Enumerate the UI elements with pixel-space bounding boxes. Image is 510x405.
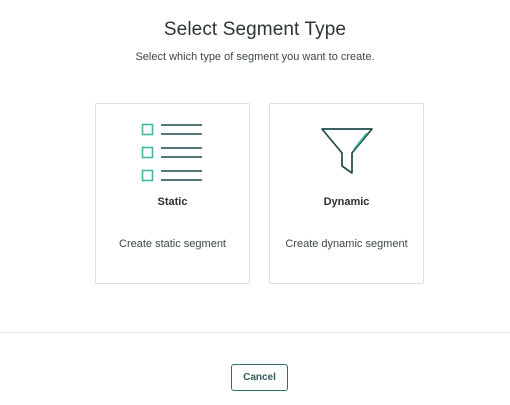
select-segment-type-dialog: Select Segment Type Select which type of…	[0, 0, 510, 405]
dynamic-segment-option[interactable]: Dynamic Create dynamic segment	[269, 103, 424, 284]
cancel-button[interactable]: Cancel	[231, 364, 288, 391]
funnel-icon	[270, 120, 423, 182]
dialog-title: Select Segment Type	[163, 19, 347, 40]
list-checkbox-icon	[96, 120, 249, 182]
static-segment-option[interactable]: Static Create static segment	[95, 103, 250, 284]
dynamic-option-label: Dynamic	[323, 196, 370, 208]
footer-divider	[0, 332, 510, 333]
dialog-subtitle: Select which type of segment you want to…	[135, 51, 375, 63]
static-option-label: Static	[157, 196, 188, 208]
dynamic-option-description: Create dynamic segment	[285, 238, 408, 250]
static-option-description: Create static segment	[119, 238, 226, 250]
